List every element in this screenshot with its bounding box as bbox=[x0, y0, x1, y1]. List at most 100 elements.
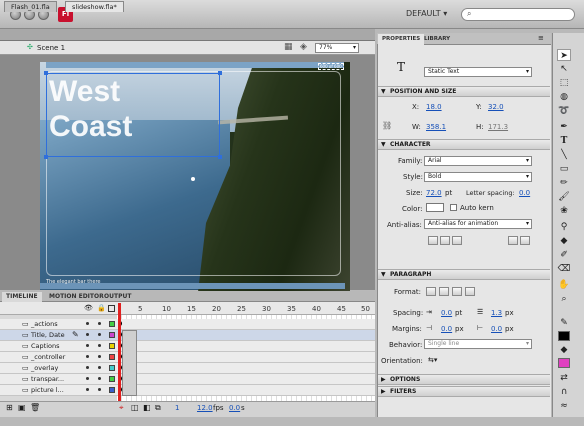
search-input[interactable]: ⌕ bbox=[461, 8, 575, 21]
section-character[interactable]: ▼ CHARACTER bbox=[378, 139, 550, 150]
behavior-select[interactable]: Single line bbox=[424, 339, 532, 349]
lock-dot[interactable] bbox=[98, 344, 101, 347]
paint-bucket-tool-icon[interactable]: ◆ bbox=[557, 235, 571, 247]
right-margin-value[interactable]: 0.0 bbox=[491, 325, 502, 333]
tab-properties[interactable]: PROPERTIES bbox=[378, 34, 425, 45]
lasso-tool-icon[interactable]: ➰ bbox=[557, 105, 571, 117]
y-value[interactable]: 32.0 bbox=[488, 103, 504, 111]
smooth-icon[interactable]: ≈ bbox=[557, 400, 571, 412]
onion-skin-icon[interactable]: ◫ bbox=[131, 403, 139, 412]
zoom-tool-icon[interactable]: ⌕ bbox=[557, 293, 571, 305]
layer-color-swatch[interactable] bbox=[109, 354, 115, 360]
line-spacing-value[interactable]: 1.3 bbox=[491, 309, 502, 317]
layer-row-actions[interactable]: _actions ▭ bbox=[0, 319, 375, 330]
eraser-tool-icon[interactable]: ⌫ bbox=[557, 263, 571, 275]
tab-library[interactable]: LIBRARY bbox=[420, 34, 454, 45]
outline-icon[interactable] bbox=[108, 305, 115, 312]
section-filters[interactable]: ▶ FILTERS bbox=[378, 386, 550, 397]
text-tool-icon[interactable]: T bbox=[557, 135, 571, 147]
orientation-icon[interactable]: ⇆▾ bbox=[428, 356, 437, 364]
w-value[interactable]: 358.1 bbox=[426, 123, 446, 131]
layer-color-swatch[interactable] bbox=[109, 321, 115, 327]
edit-symbol-icon[interactable]: ◈ bbox=[300, 42, 307, 52]
layer-row-title-date[interactable]: Title, Date ▭ ✎ bbox=[0, 330, 375, 341]
visibility-dot[interactable] bbox=[86, 388, 89, 391]
free-transform-tool-icon[interactable]: ⬚ bbox=[557, 77, 571, 89]
lock-icon[interactable]: 🔒 bbox=[97, 304, 106, 312]
fps-value[interactable]: 12.0 bbox=[197, 404, 213, 412]
layer-color-swatch[interactable] bbox=[109, 387, 115, 393]
left-margin-value[interactable]: 0.0 bbox=[441, 325, 452, 333]
visibility-dot[interactable] bbox=[86, 322, 89, 325]
font-family-select[interactable]: Arial bbox=[424, 156, 532, 166]
link-proportions-icon[interactable]: ⛓ bbox=[382, 121, 392, 130]
pen-tool-icon[interactable]: ✒ bbox=[557, 121, 571, 133]
letter-spacing-value[interactable]: 0.0 bbox=[519, 189, 530, 197]
eye-icon[interactable]: 👁 bbox=[84, 304, 93, 312]
text-color-swatch[interactable] bbox=[426, 203, 444, 212]
subscript-button[interactable] bbox=[520, 236, 530, 245]
stroke-color-swatch[interactable] bbox=[558, 331, 570, 341]
selection-bounding-box[interactable] bbox=[46, 73, 220, 157]
zoom-select[interactable]: 77% bbox=[315, 43, 359, 53]
selectable-text-button[interactable] bbox=[428, 236, 438, 245]
delete-layer-icon[interactable]: 🗑 bbox=[30, 403, 40, 412]
anti-alias-select[interactable]: Anti-alias for animation bbox=[424, 219, 532, 229]
3d-rotation-tool-icon[interactable]: ◍ bbox=[557, 91, 571, 103]
new-layer-icon[interactable]: ⊞ bbox=[6, 403, 13, 412]
indent-value[interactable]: 0.0 bbox=[441, 309, 452, 317]
layer-color-swatch[interactable] bbox=[109, 376, 115, 382]
eyedropper-tool-icon[interactable]: ✐ bbox=[557, 249, 571, 261]
layer-color-swatch[interactable] bbox=[109, 343, 115, 349]
auto-kern-checkbox[interactable] bbox=[450, 204, 457, 211]
frame-span[interactable] bbox=[122, 330, 137, 396]
tab-slideshow[interactable]: slideshow.fla* bbox=[65, 1, 124, 12]
tab-timeline[interactable]: TIMELINE bbox=[2, 292, 42, 302]
subselection-tool-icon[interactable]: ↖ bbox=[557, 63, 571, 75]
visibility-dot[interactable] bbox=[86, 377, 89, 380]
visibility-dot[interactable] bbox=[86, 355, 89, 358]
section-options[interactable]: ▶ OPTIONS bbox=[378, 374, 550, 385]
lock-dot[interactable] bbox=[98, 366, 101, 369]
size-value[interactable]: 72.0 bbox=[426, 189, 442, 197]
resize-handle[interactable] bbox=[218, 71, 222, 75]
x-value[interactable]: 18.0 bbox=[426, 103, 442, 111]
elapsed-time[interactable]: 0.0 bbox=[229, 404, 240, 412]
resize-handle[interactable] bbox=[44, 71, 48, 75]
layer-color-swatch[interactable] bbox=[109, 365, 115, 371]
lock-dot[interactable] bbox=[98, 322, 101, 325]
justify-button[interactable] bbox=[465, 287, 475, 296]
edit-multiple-icon[interactable]: ⧉ bbox=[155, 403, 161, 413]
workspace-switcher[interactable]: DEFAULT ▾ bbox=[406, 9, 447, 18]
layer-row-transparency[interactable]: transpar... ▭ bbox=[0, 374, 375, 385]
playhead[interactable] bbox=[118, 303, 121, 415]
resize-handle[interactable] bbox=[44, 155, 48, 159]
visibility-dot[interactable] bbox=[86, 333, 89, 336]
new-folder-icon[interactable]: ▣ bbox=[18, 403, 26, 412]
swap-colors-icon[interactable]: ⇄ bbox=[557, 372, 571, 384]
edit-scene-icon[interactable]: ▦ bbox=[284, 42, 293, 52]
fill-color-icon[interactable]: ◆ bbox=[557, 344, 571, 356]
onion-outline-icon[interactable]: ◧ bbox=[143, 403, 151, 412]
transform-point[interactable] bbox=[191, 177, 195, 181]
brush-tool-icon[interactable]: 🖌 bbox=[557, 191, 571, 203]
lock-dot[interactable] bbox=[98, 388, 101, 391]
snap-to-objects-icon[interactable]: ∩ bbox=[557, 386, 571, 398]
layer-color-swatch[interactable] bbox=[109, 332, 115, 338]
layer-row-picture[interactable]: picture l... ▭ bbox=[0, 385, 375, 396]
panel-menu-icon[interactable]: ≡ bbox=[538, 34, 544, 42]
render-html-button[interactable] bbox=[440, 236, 450, 245]
center-frame-icon[interactable]: ⌖ bbox=[119, 403, 124, 413]
align-left-button[interactable] bbox=[426, 287, 436, 296]
pencil-tool-icon[interactable]: ✏ bbox=[557, 177, 571, 189]
section-position-size[interactable]: ▼ POSITION AND SIZE bbox=[378, 86, 550, 97]
lock-dot[interactable] bbox=[98, 377, 101, 380]
section-paragraph[interactable]: ▼ PARAGRAPH bbox=[378, 269, 550, 280]
resize-handle[interactable] bbox=[218, 155, 222, 159]
lock-dot[interactable] bbox=[98, 355, 101, 358]
align-center-button[interactable] bbox=[439, 287, 449, 296]
layer-row-controller[interactable]: _controller ▭ bbox=[0, 352, 375, 363]
bone-tool-icon[interactable]: ⚲ bbox=[557, 221, 571, 233]
line-tool-icon[interactable]: ╲ bbox=[557, 149, 571, 161]
tab-flash-01[interactable]: Flash_01.fla bbox=[4, 1, 57, 12]
